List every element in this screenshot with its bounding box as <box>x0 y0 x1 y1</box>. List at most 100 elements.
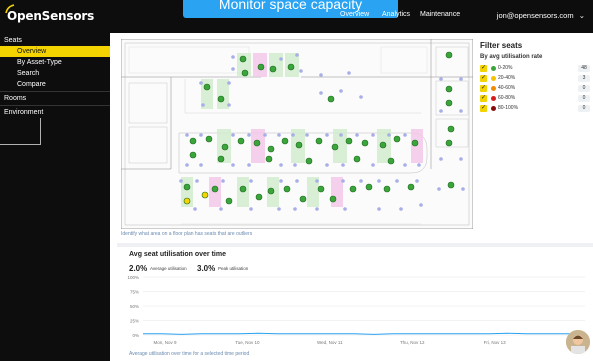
seat-marker[interactable] <box>353 155 361 163</box>
idle-seat <box>247 133 251 137</box>
idle-seat <box>305 133 309 137</box>
filter-row-20-40[interactable]: ✓ 20-40% 3 <box>480 75 590 84</box>
checkbox-checked-icon[interactable]: ✓ <box>480 75 487 82</box>
seat-marker[interactable] <box>217 155 225 163</box>
utilisation-chart-card: Avg seat utilisation over time 2.0% Aver… <box>117 247 593 359</box>
seat-marker[interactable] <box>445 85 453 93</box>
seat-marker[interactable] <box>299 195 307 203</box>
seat-marker[interactable] <box>317 185 325 193</box>
seat-marker[interactable] <box>217 95 225 103</box>
filter-title: Filter seats <box>480 41 523 50</box>
seat-marker[interactable] <box>255 193 263 201</box>
idle-seat <box>199 163 203 167</box>
seat-marker[interactable] <box>393 135 401 143</box>
idle-seat <box>325 133 329 137</box>
seat-marker[interactable] <box>447 125 455 133</box>
seat-marker[interactable] <box>269 65 277 73</box>
checkbox-checked-icon[interactable]: ✓ <box>480 95 487 102</box>
support-avatar[interactable] <box>566 330 590 354</box>
seat-marker[interactable] <box>201 191 209 199</box>
seat-marker[interactable] <box>183 183 191 191</box>
seat-marker[interactable] <box>257 63 265 71</box>
idle-seat <box>403 163 407 167</box>
seat-marker[interactable] <box>295 141 303 149</box>
seat-marker[interactable] <box>315 137 323 145</box>
floor-plan[interactable] <box>121 39 473 229</box>
floorplan-caption: Identify what area on a floor plan has s… <box>121 231 253 237</box>
seat-marker[interactable] <box>267 187 275 195</box>
seat-marker[interactable] <box>265 155 273 163</box>
callout-line <box>40 118 41 145</box>
sidebar-item-rooms[interactable]: Rooms <box>0 93 110 104</box>
filter-row-40-60[interactable]: ✓ 40-60% 0 <box>480 85 590 94</box>
filter-label: 80-100% <box>498 105 519 111</box>
idle-seat <box>339 133 343 137</box>
sidebar-item-overview[interactable]: Overview <box>0 46 110 57</box>
nav-maintenance[interactable]: Maintenance <box>420 11 460 18</box>
seat-marker[interactable] <box>221 143 229 151</box>
filter-row-0-20[interactable]: ✓ 0-20% 48 <box>480 65 590 74</box>
nav-overview[interactable]: Overview <box>340 11 369 18</box>
idle-seat <box>419 203 423 207</box>
seat-zone <box>217 79 229 109</box>
seat-marker[interactable] <box>281 137 289 145</box>
idle-seat <box>291 133 295 137</box>
seat-marker[interactable] <box>211 185 219 193</box>
utilisation-line-chart[interactable]: 100% 75% 50% 25% 0% Mon, Nov 9 Tue, Nov 10 Wed,… <box>117 273 593 351</box>
seat-zone <box>411 129 423 163</box>
seat-marker[interactable] <box>183 197 191 205</box>
seat-marker[interactable] <box>365 183 373 191</box>
seat-marker[interactable] <box>287 63 295 71</box>
sidebar-item-search[interactable]: Search <box>0 68 110 79</box>
idle-seat <box>341 163 345 167</box>
seat-marker[interactable] <box>237 137 245 145</box>
seat-marker[interactable] <box>239 55 247 63</box>
seat-marker[interactable] <box>253 139 261 147</box>
idle-seat <box>247 163 251 167</box>
seat-marker[interactable] <box>361 139 369 147</box>
seat-marker[interactable] <box>267 145 275 153</box>
seat-marker[interactable] <box>447 181 455 189</box>
seat-marker[interactable] <box>283 185 291 193</box>
idle-seat <box>439 109 443 113</box>
seat-marker[interactable] <box>379 141 387 149</box>
series-line <box>143 332 585 335</box>
checkbox-checked-icon[interactable]: ✓ <box>480 85 487 92</box>
seat-marker[interactable] <box>407 183 415 191</box>
seat-marker[interactable] <box>305 157 313 165</box>
seat-marker[interactable] <box>445 139 453 147</box>
brand-logo[interactable]: OpenSensors <box>5 4 94 23</box>
sidebar-item-environment[interactable]: Environment <box>0 107 110 118</box>
filter-row-60-80[interactable]: ✓ 60-80% 0 <box>480 95 590 104</box>
seat-marker[interactable] <box>345 137 353 145</box>
seat-marker[interactable] <box>225 197 233 205</box>
seat-marker[interactable] <box>329 195 337 203</box>
idle-seat <box>279 179 283 183</box>
nav-analytics[interactable]: Analytics <box>382 11 410 18</box>
seat-marker[interactable] <box>327 95 335 103</box>
sidebar-item-compare[interactable]: Compare <box>0 79 110 90</box>
seat-marker[interactable] <box>349 185 357 193</box>
idle-seat <box>459 109 463 113</box>
seat-marker[interactable] <box>189 151 197 159</box>
seat-marker[interactable] <box>205 135 213 143</box>
seat-marker[interactable] <box>331 143 339 151</box>
seat-marker[interactable] <box>189 137 197 145</box>
seat-marker[interactable] <box>387 157 395 165</box>
user-menu[interactable]: jon@opensensors.com ⌄ <box>497 11 585 20</box>
idle-seat <box>417 163 421 167</box>
y-tick-label: 75% <box>130 289 139 294</box>
seat-marker[interactable] <box>411 139 419 147</box>
filter-row-80-100[interactable]: ✓ 80-100% 0 <box>480 105 590 114</box>
checkbox-checked-icon[interactable]: ✓ <box>480 105 487 112</box>
idle-seat <box>415 179 419 183</box>
sidebar-item-by-asset-type[interactable]: By Asset-Type <box>0 57 110 68</box>
seat-marker[interactable] <box>445 51 453 59</box>
checkbox-checked-icon[interactable]: ✓ <box>480 65 487 72</box>
seat-marker[interactable] <box>445 99 453 107</box>
seat-marker[interactable] <box>383 185 391 193</box>
sidebar-item-seats[interactable]: Seats <box>0 35 110 46</box>
seat-marker[interactable] <box>239 185 247 193</box>
seat-marker[interactable] <box>203 83 211 91</box>
seat-marker[interactable] <box>241 69 249 77</box>
